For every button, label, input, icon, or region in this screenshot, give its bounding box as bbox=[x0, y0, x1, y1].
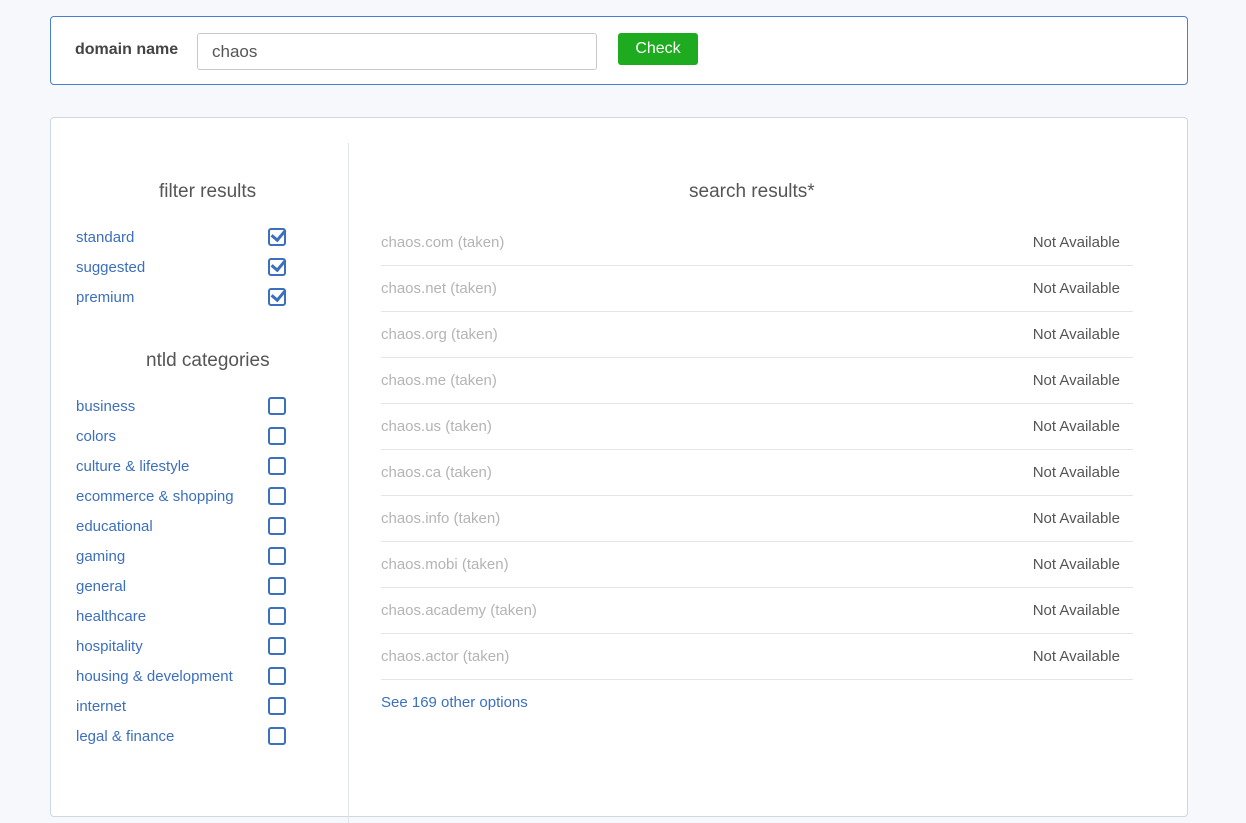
result-domain: chaos.ca (taken) bbox=[381, 464, 492, 481]
result-row: chaos.us (taken) Not Available bbox=[381, 404, 1133, 450]
category-item-label[interactable]: legal & finance bbox=[76, 728, 174, 745]
column-divider bbox=[348, 143, 349, 823]
category-item[interactable]: legal & finance bbox=[76, 721, 286, 751]
result-status: Not Available bbox=[1032, 602, 1120, 619]
filter-item[interactable]: suggested bbox=[76, 252, 286, 282]
result-domain: chaos.info (taken) bbox=[381, 510, 501, 527]
ntld-categories-title: ntld categories bbox=[146, 350, 270, 371]
see-other-options-link[interactable]: See 169 other options bbox=[381, 694, 528, 711]
result-row: chaos.mobi (taken) Not Available bbox=[381, 542, 1133, 588]
search-results-title: search results* bbox=[689, 181, 815, 202]
result-row: chaos.me (taken) Not Available bbox=[381, 358, 1133, 404]
result-row: chaos.net (taken) Not Available bbox=[381, 266, 1133, 312]
category-item[interactable]: colors bbox=[76, 421, 286, 451]
result-domain: chaos.org (taken) bbox=[381, 326, 498, 343]
result-status: Not Available bbox=[1032, 326, 1120, 343]
result-status: Not Available bbox=[1032, 556, 1120, 573]
domain-name-input[interactable] bbox=[197, 33, 597, 70]
unchecked-checkbox[interactable] bbox=[268, 667, 286, 685]
result-status: Not Available bbox=[1032, 510, 1120, 527]
filter-item-label[interactable]: premium bbox=[76, 289, 134, 306]
check-button[interactable]: Check bbox=[618, 33, 698, 65]
result-status: Not Available bbox=[1032, 648, 1120, 665]
category-item[interactable]: educational bbox=[76, 511, 286, 541]
category-item-label[interactable]: housing & development bbox=[76, 668, 233, 685]
unchecked-checkbox[interactable] bbox=[268, 727, 286, 745]
result-domain: chaos.us (taken) bbox=[381, 418, 492, 435]
result-row: chaos.academy (taken) Not Available bbox=[381, 588, 1133, 634]
filter-item-label[interactable]: standard bbox=[76, 229, 134, 246]
unchecked-checkbox[interactable] bbox=[268, 607, 286, 625]
result-domain: chaos.academy (taken) bbox=[381, 602, 537, 619]
result-status: Not Available bbox=[1032, 372, 1120, 389]
result-domain: chaos.mobi (taken) bbox=[381, 556, 509, 573]
filter-item[interactable]: premium bbox=[76, 282, 286, 312]
result-row: chaos.ca (taken) Not Available bbox=[381, 450, 1133, 496]
result-status: Not Available bbox=[1032, 418, 1120, 435]
category-item-label[interactable]: internet bbox=[76, 698, 126, 715]
category-item[interactable]: internet bbox=[76, 691, 286, 721]
category-item-label[interactable]: educational bbox=[76, 518, 153, 535]
result-status: Not Available bbox=[1032, 280, 1120, 297]
checked-checkbox[interactable] bbox=[268, 258, 286, 276]
category-item[interactable]: gaming bbox=[76, 541, 286, 571]
result-domain: chaos.actor (taken) bbox=[381, 648, 510, 665]
unchecked-checkbox[interactable] bbox=[268, 427, 286, 445]
category-item[interactable]: business bbox=[76, 391, 286, 421]
result-domain: chaos.net (taken) bbox=[381, 280, 497, 297]
result-domain: chaos.me (taken) bbox=[381, 372, 497, 389]
category-item[interactable]: healthcare bbox=[76, 601, 286, 631]
result-row: chaos.info (taken) Not Available bbox=[381, 496, 1133, 542]
category-item[interactable]: ecommerce & shopping bbox=[76, 481, 286, 511]
category-item-label[interactable]: gaming bbox=[76, 548, 125, 565]
filter-item[interactable]: standard bbox=[76, 222, 286, 252]
category-item-label[interactable]: general bbox=[76, 578, 126, 595]
result-row: chaos.actor (taken) Not Available bbox=[381, 634, 1133, 680]
checked-checkbox[interactable] bbox=[268, 288, 286, 306]
category-item-label[interactable]: ecommerce & shopping bbox=[76, 488, 234, 505]
unchecked-checkbox[interactable] bbox=[268, 487, 286, 505]
result-row: chaos.org (taken) Not Available bbox=[381, 312, 1133, 358]
filter-results-title: filter results bbox=[159, 181, 257, 202]
result-status: Not Available bbox=[1032, 464, 1120, 481]
category-item[interactable]: hospitality bbox=[76, 631, 286, 661]
category-item-label[interactable]: culture & lifestyle bbox=[76, 458, 189, 475]
category-item-label[interactable]: colors bbox=[76, 428, 116, 445]
category-item-label[interactable]: hospitality bbox=[76, 638, 143, 655]
result-status: Not Available bbox=[1032, 234, 1120, 251]
unchecked-checkbox[interactable] bbox=[268, 397, 286, 415]
category-item[interactable]: general bbox=[76, 571, 286, 601]
domain-name-label: domain name bbox=[75, 41, 179, 58]
result-domain: chaos.com (taken) bbox=[381, 234, 505, 251]
unchecked-checkbox[interactable] bbox=[268, 697, 286, 715]
results-panel: filter results standard suggested premium … bbox=[50, 117, 1188, 823]
unchecked-checkbox[interactable] bbox=[268, 547, 286, 565]
filter-item-label[interactable]: suggested bbox=[76, 259, 145, 276]
domain-search-panel: domain name Check bbox=[50, 16, 1188, 85]
category-item-label[interactable]: healthcare bbox=[76, 608, 146, 625]
unchecked-checkbox[interactable] bbox=[268, 577, 286, 595]
unchecked-checkbox[interactable] bbox=[268, 637, 286, 655]
unchecked-checkbox[interactable] bbox=[268, 517, 286, 535]
category-item[interactable]: culture & lifestyle bbox=[76, 451, 286, 481]
result-row: chaos.com (taken) Not Available bbox=[381, 220, 1133, 266]
category-item[interactable]: housing & development bbox=[76, 661, 286, 691]
unchecked-checkbox[interactable] bbox=[268, 457, 286, 475]
checked-checkbox[interactable] bbox=[268, 228, 286, 246]
category-item-label[interactable]: business bbox=[76, 398, 135, 415]
